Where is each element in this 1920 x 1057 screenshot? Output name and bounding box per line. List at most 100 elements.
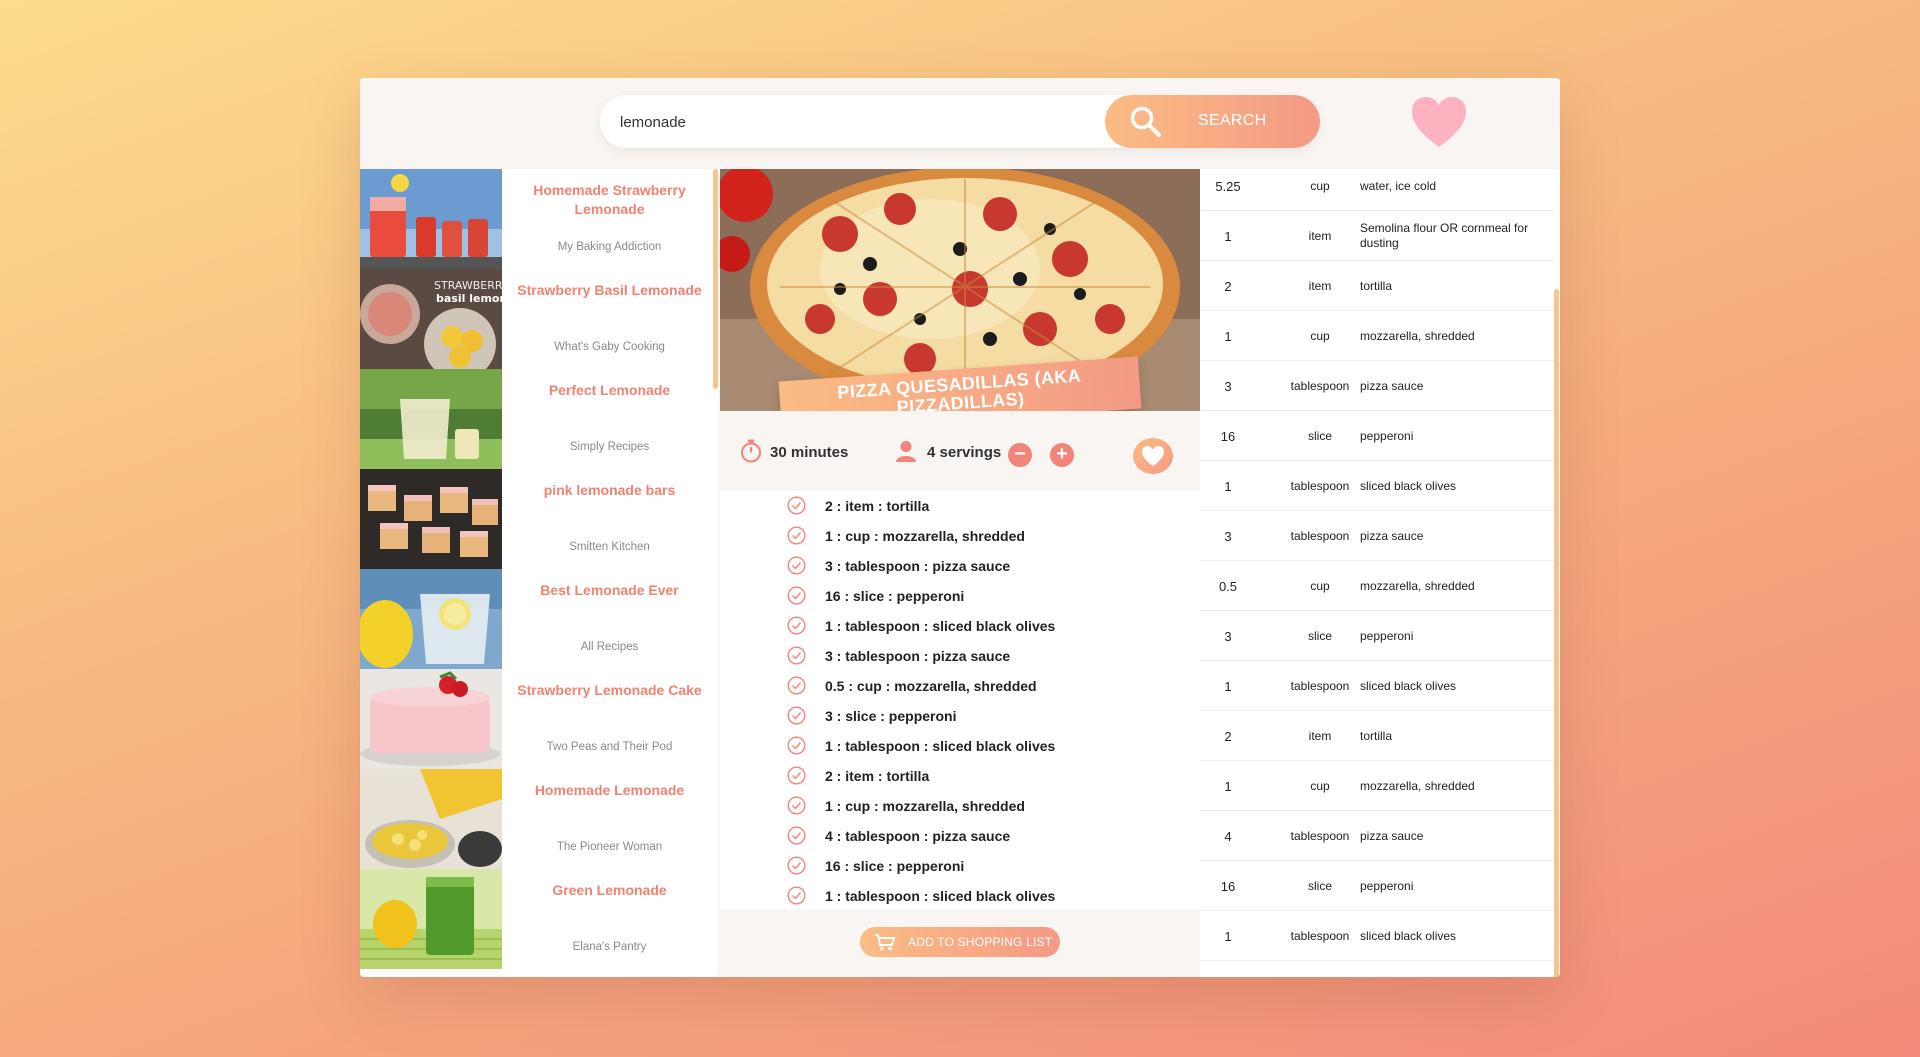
user-icon: [896, 441, 916, 462]
result-publisher: Elana's Pantry: [572, 941, 647, 953]
ingredient-item: 3 : slice : pepperoni: [720, 701, 1200, 731]
shopping-item-unit: cup: [1310, 329, 1330, 343]
shopping-item-unit: cup: [1310, 579, 1330, 593]
ingredient-item: 1 : cup : mozzarella, shredded: [720, 791, 1200, 821]
result-title: Perfect Lemonade: [548, 382, 671, 398]
app-window: SEARCH Homemade St: [360, 78, 1560, 977]
check-circle-icon: [787, 826, 806, 845]
ingredient-item: 0.5 : cup : mozzarella, shredded: [720, 671, 1200, 701]
svg-text:basil lemonade: basil lemonade: [436, 292, 502, 305]
ingredient-text: 1 : tablespoon : sliced black olives: [825, 618, 1056, 634]
ingredient-item: 4 : tablespoon : pizza sauce: [720, 821, 1200, 851]
ingredient-item: 3 : tablespoon : pizza sauce: [720, 641, 1200, 671]
shopping-item-quantity: 3: [1224, 528, 1232, 544]
thumb-overlay-text: STRAWBERRY: [434, 279, 502, 292]
shopping-item-unit: tablespoon: [1290, 379, 1350, 393]
shopping-item-description: pepperoni: [1360, 878, 1414, 893]
heart-icon: [1142, 446, 1164, 466]
results-scrollbar[interactable]: [713, 169, 718, 389]
result-item[interactable]: Perfect Lemonade Simply Recipes: [360, 369, 718, 469]
shopping-item-description: pepperoni: [1360, 428, 1414, 443]
check-circle-icon: [787, 886, 806, 905]
shopping-item-description: sliced black olives: [1360, 678, 1457, 693]
shopping-item-quantity: 0.5: [1218, 578, 1238, 594]
recipe-details: 30 minutes 4 servings − +: [720, 411, 1200, 491]
result-item[interactable]: Homemade Strawberry Lemonade My Baking A…: [360, 169, 718, 269]
result-publisher: Smitten Kitchen: [569, 541, 650, 553]
add-to-shopping-list-button[interactable]: ADD TO SHOPPING LIST: [860, 927, 1060, 957]
favorites-heart-icon[interactable]: [1410, 95, 1468, 149]
check-circle-icon: [787, 736, 806, 755]
ingredient-item: 2 : item : tortilla: [720, 761, 1200, 791]
result-item[interactable]: Homemade Lemonade The Pioneer Woman: [360, 769, 718, 869]
shopping-item-description: sliced black olives: [1360, 478, 1457, 493]
shopping-item-description: pepperoni: [1360, 628, 1414, 643]
ingredient-item: 16 : slice : pepperoni: [720, 581, 1200, 611]
shopping-list-item: 1 cup mozzarella, shredded: [1200, 761, 1555, 811]
shopping-list-item: 2 item tortilla: [1200, 261, 1555, 311]
ingredient-item: 1 : tablespoon : sliced black olives: [720, 881, 1200, 911]
shopping-list-item: 1 tablespoon sliced black olives: [1200, 661, 1555, 711]
shopping-item-quantity: 5.25: [1215, 178, 1241, 194]
result-thumbnail: [360, 469, 502, 569]
result-title: Best Lemonade Ever: [540, 582, 679, 598]
result-item[interactable]: Green Lemonade Elana's Pantry: [360, 869, 718, 969]
decrease-servings-button[interactable]: −: [1008, 443, 1032, 467]
ingredient-text: 16 : slice : pepperoni: [825, 858, 965, 874]
shopping-item-unit: tablespoon: [1290, 529, 1350, 543]
shopping-item-unit: tablespoon: [1290, 679, 1350, 693]
recipe-panel: PIZZA QUESADILLAS (AKA PIZZADILLAS) 30 m…: [720, 169, 1200, 977]
check-circle-icon: [787, 616, 806, 635]
result-thumbnail: [360, 369, 502, 469]
shopping-item-quantity: 2: [1224, 728, 1232, 744]
shopping-item-quantity: 1: [1224, 328, 1232, 344]
search-results-list: Homemade Strawberry Lemonade My Baking A…: [360, 169, 718, 977]
servings-count: 4 servings: [927, 444, 1002, 461]
result-item[interactable]: Best Lemonade Ever All Recipes: [360, 569, 718, 669]
shopping-list-item: 3 tablespoon pizza sauce: [1200, 361, 1555, 411]
result-publisher: All Recipes: [580, 641, 639, 653]
ingredient-text: 16 : slice : pepperoni: [825, 588, 965, 604]
shopping-item-description: water, ice cold: [1360, 178, 1437, 193]
shopping-item-unit: cup: [1310, 179, 1330, 193]
bookmark-recipe-button[interactable]: [1133, 438, 1173, 474]
result-title: Homemade Strawberry Lemonade: [533, 182, 686, 217]
increase-servings-button[interactable]: +: [1050, 443, 1074, 467]
search-button[interactable]: SEARCH: [1105, 95, 1320, 148]
result-publisher: What's Gaby Cooking: [554, 341, 665, 353]
result-thumbnail: [360, 569, 502, 669]
shopping-item-quantity: 3: [1224, 378, 1232, 394]
result-thumbnail: [360, 769, 502, 869]
result-item[interactable]: Strawberry Lemonade Cake Two Peas and Th…: [360, 669, 718, 769]
result-publisher: My Baking Addiction: [557, 241, 662, 253]
shopping-item-quantity: 16: [1220, 428, 1236, 444]
result-item[interactable]: STRAWBERRY basil lemonade Strawberry Bas…: [360, 269, 718, 369]
shopping-item-quantity: 1: [1224, 778, 1232, 794]
ingredient-text: 3 : tablespoon : pizza sauce: [825, 648, 1011, 664]
cooking-time: 30 minutes: [770, 444, 849, 461]
ingredient-item: 16 : slice : pepperoni: [720, 851, 1200, 881]
shopping-item-description: pizza sauce: [1360, 828, 1424, 843]
stopwatch-icon: [741, 439, 761, 463]
shopping-item-unit: slice: [1307, 629, 1332, 643]
shopping-item-quantity: 3: [1224, 628, 1232, 644]
shopping-list-item: 16 slice pepperoni: [1200, 411, 1555, 461]
add-to-shopping-list-label: ADD TO SHOPPING LIST: [908, 935, 1053, 949]
check-circle-icon: [787, 526, 806, 545]
result-item[interactable]: pink lemonade bars Smitten Kitchen: [360, 469, 718, 569]
shopping-list-item: 1 tablespoon sliced black olives: [1200, 461, 1555, 511]
shopping-item-description: tortilla: [1360, 728, 1393, 743]
shopping-list-item: 3 tablespoon pizza sauce: [1200, 511, 1555, 561]
check-circle-icon: [787, 766, 806, 785]
shopping-list-item: 5.25 cup water, ice cold: [1200, 169, 1555, 211]
ingredients-list: 2 : item : tortilla 1 : cup : mozzarella,…: [720, 491, 1200, 911]
header: SEARCH: [360, 78, 1560, 169]
ingredient-text: 2 : item : tortilla: [825, 768, 930, 784]
ingredient-text: 3 : tablespoon : pizza sauce: [825, 558, 1011, 574]
shopping-list-scrollbar[interactable]: [1554, 289, 1559, 977]
search-icon: [1130, 106, 1161, 137]
shopping-item-quantity: 2: [1224, 278, 1232, 294]
shopping-list-item: 1 tablespoon sliced black olives: [1200, 911, 1555, 961]
search-input[interactable]: [620, 109, 1090, 135]
ingredient-item: 1 : cup : mozzarella, shredded: [720, 521, 1200, 551]
